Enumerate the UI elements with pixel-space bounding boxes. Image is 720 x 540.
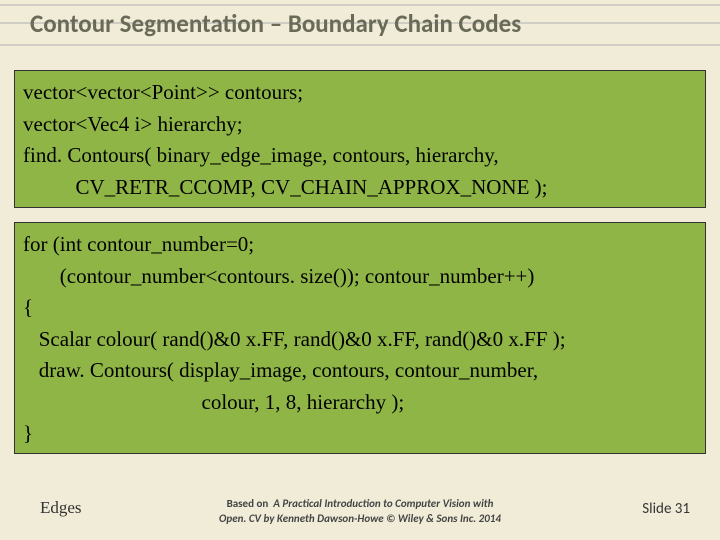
footer-center-italic: A Practical Introduction to Computer Vis… (273, 497, 493, 510)
code-block-bottom: for (int contour_number=0; (contour_numb… (14, 222, 706, 454)
slide-title: Contour Segmentation – Boundary Chain Co… (30, 8, 690, 39)
code-line: } (23, 418, 697, 450)
code-line: colour, 1, 8, hierarchy ); (23, 387, 697, 419)
footer-center-line2: Open. CV by Kenneth Dawson-Howe © Wiley … (219, 512, 501, 525)
footer-center-pre: Based on (227, 497, 269, 510)
code-line: vector<vector<Point>> contours; (23, 77, 697, 109)
code-block-top: vector<vector<Point>> contours; vector<V… (14, 70, 706, 208)
code-line: draw. Contours( display_image, contours,… (23, 355, 697, 387)
code-line: find. Contours( binary_edge_image, conto… (23, 140, 697, 172)
rule-1 (0, 4, 720, 6)
code-line: (contour_number<contours. size()); conto… (23, 261, 697, 293)
rule-3 (0, 44, 720, 46)
footer-center: Based on A Practical Introduction to Com… (0, 497, 720, 526)
code-line: for (int contour_number=0; (23, 229, 697, 261)
code-line: vector<Vec4 i> hierarchy; (23, 109, 697, 141)
footer-right: Slide 31 (642, 500, 690, 518)
code-line: { (23, 292, 697, 324)
code-line: Scalar colour( rand()&0 x.FF, rand()&0 x… (23, 324, 697, 356)
code-line: CV_RETR_CCOMP, CV_CHAIN_APPROX_NONE ); (23, 172, 697, 204)
